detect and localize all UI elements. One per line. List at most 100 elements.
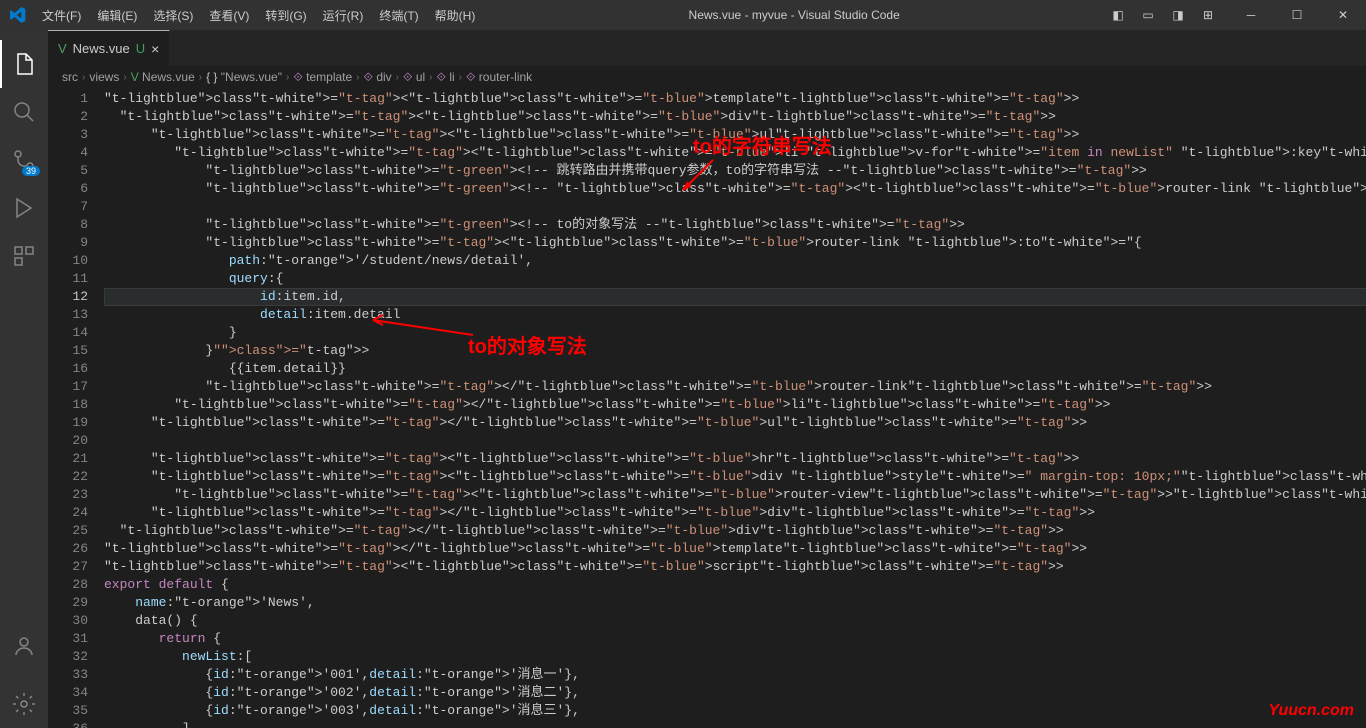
line-number: 13 [48,306,88,324]
line-number: 25 [48,522,88,540]
code-line[interactable]: "t-lightblue">class"t-white">="t-tag"><"… [104,144,1366,162]
line-number: 33 [48,666,88,684]
code-content[interactable]: "t-lightblue">class"t-white">="t-tag"><"… [104,88,1366,728]
panel-right-icon[interactable]: ◨ [1166,8,1190,22]
line-number: 18 [48,396,88,414]
menu-item[interactable]: 运行(R) [316,3,371,28]
code-line[interactable]: "t-lightblue">class"t-white">="t-tag"></… [104,414,1366,432]
code-line[interactable]: "t-lightblue">class"t-white">="t-tag"></… [104,378,1366,396]
breadcrumb-item[interactable]: ⟐ router-link [466,70,532,85]
breadcrumb-item[interactable]: ⟐ li [437,70,455,85]
tab-news-vue[interactable]: V News.vue U × [48,30,170,66]
panel-left-icon[interactable]: ◧ [1106,8,1130,22]
code-line[interactable]: query:{ [104,270,1366,288]
code-line[interactable]: data() { [104,612,1366,630]
explorer-icon[interactable] [0,40,48,88]
line-number: 11 [48,270,88,288]
line-number: 24 [48,504,88,522]
code-line[interactable]: "t-lightblue">class"t-white">="t-tag"><"… [104,468,1366,486]
menu-item[interactable]: 帮助(H) [428,3,483,28]
line-gutter: 1234567891011121314151617181920212223242… [48,88,104,728]
account-icon[interactable] [0,622,48,670]
breadcrumb-item[interactable]: src [62,70,78,84]
minimize-button[interactable]: ─ [1228,0,1274,30]
menu-item[interactable]: 查看(V) [202,3,256,28]
menu-item[interactable]: 终端(T) [372,3,425,28]
code-line[interactable]: } [104,324,1366,342]
code-line[interactable]: detail:item.detail [104,306,1366,324]
code-line[interactable]: "t-lightblue">class"t-white">="t-tag"><"… [104,126,1366,144]
code-line[interactable]: }"">class">="t-tag">> [104,342,1366,360]
code-line[interactable]: {id:"t-orange">'002',detail:"t-orange">'… [104,684,1366,702]
line-number: 17 [48,378,88,396]
menu-item[interactable]: 选择(S) [146,3,200,28]
code-line[interactable]: "t-lightblue">class"t-white">="t-tag"><"… [104,234,1366,252]
code-line[interactable]: "t-lightblue">class"t-white">="t-tag"></… [104,522,1366,540]
breadcrumb-item[interactable]: ⟐ div [364,70,392,85]
code-line[interactable]: {{item.detail}} [104,360,1366,378]
close-icon[interactable]: × [151,41,159,57]
code-line[interactable]: "t-lightblue">class"t-white">="t-tag"><"… [104,558,1366,576]
code-line[interactable]: newList:[ [104,648,1366,666]
line-number: 16 [48,360,88,378]
line-number: 15 [48,342,88,360]
line-number: 12 [48,288,88,306]
code-line[interactable]: path:"t-orange">'/student/news/detail', [104,252,1366,270]
menu-item[interactable]: 转到(G) [258,3,313,28]
settings-icon[interactable] [0,680,48,728]
menu-bar: 文件(F)编辑(E)选择(S)查看(V)转到(G)运行(R)终端(T)帮助(H) [35,3,482,28]
code-line[interactable]: "t-lightblue">class"t-white">="t-green">… [104,180,1366,198]
menu-item[interactable]: 文件(F) [35,3,88,28]
watermark: Yuucn.com [1268,702,1354,720]
line-number: 26 [48,540,88,558]
code-line[interactable]: "t-lightblue">class"t-white">="t-tag"></… [104,504,1366,522]
scm-badge: 39 [22,166,40,176]
vue-icon: V [58,41,67,56]
breadcrumb-item[interactable]: ⟐ template [293,70,352,85]
tab-label: News.vue [73,41,130,56]
editor-tabs: V News.vue U × ⇄ ◫ ⋯ [48,30,1366,66]
code-line[interactable]: {id:"t-orange">'003',detail:"t-orange">'… [104,702,1366,720]
line-number: 6 [48,180,88,198]
code-editor[interactable]: 1234567891011121314151617181920212223242… [48,88,1366,728]
code-line[interactable]: export default { [104,576,1366,594]
code-line[interactable]: "t-lightblue">class"t-white">="t-tag"><"… [104,486,1366,504]
code-line[interactable]: id:item.id, [104,288,1366,306]
breadcrumb-item[interactable]: views [89,70,119,84]
tab-status: U [136,41,145,56]
menu-item[interactable]: 编辑(E) [90,3,144,28]
layout-icon[interactable]: ⊞ [1196,8,1220,22]
source-control-icon[interactable]: 39 [0,136,48,184]
code-line[interactable]: {id:"t-orange">'001',detail:"t-orange">'… [104,666,1366,684]
code-line[interactable]: "t-lightblue">class"t-white">="t-tag"><"… [104,90,1366,108]
code-line[interactable]: ] [104,720,1366,728]
code-line[interactable]: name:"t-orange">'News', [104,594,1366,612]
breadcrumb-item[interactable]: ⟐ ul [403,70,425,85]
search-icon[interactable] [0,88,48,136]
code-line[interactable]: "t-lightblue">class"t-white">="t-green">… [104,162,1366,180]
code-line[interactable]: "t-lightblue">class"t-white">="t-tag"></… [104,396,1366,414]
code-line[interactable]: return { [104,630,1366,648]
close-button[interactable]: ✕ [1320,0,1366,30]
line-number: 34 [48,684,88,702]
code-line[interactable]: "t-lightblue">class"t-white">="t-tag"><"… [104,450,1366,468]
code-line[interactable]: "t-lightblue">class"t-white">="t-tag"><"… [104,108,1366,126]
line-number: 9 [48,234,88,252]
title-bar: 文件(F)编辑(E)选择(S)查看(V)转到(G)运行(R)终端(T)帮助(H)… [0,0,1366,30]
maximize-button[interactable]: ☐ [1274,0,1320,30]
code-line[interactable]: "t-lightblue">class"t-white">="t-tag"></… [104,540,1366,558]
extensions-icon[interactable] [0,232,48,280]
line-number: 20 [48,432,88,450]
line-number: 32 [48,648,88,666]
breadcrumb-item[interactable]: { } "News.vue" [206,70,282,84]
code-line[interactable] [104,432,1366,450]
line-number: 28 [48,576,88,594]
code-line[interactable]: "t-lightblue">class"t-white">="t-green">… [104,216,1366,234]
debug-icon[interactable] [0,184,48,232]
code-line[interactable] [104,198,1366,216]
breadcrumb[interactable]: src›views›V News.vue›{ } "News.vue"›⟐ te… [48,66,1366,88]
line-number: 21 [48,450,88,468]
breadcrumb-item[interactable]: V News.vue [131,70,195,84]
panel-bottom-icon[interactable]: ▭ [1136,8,1160,22]
line-number: 36 [48,720,88,728]
